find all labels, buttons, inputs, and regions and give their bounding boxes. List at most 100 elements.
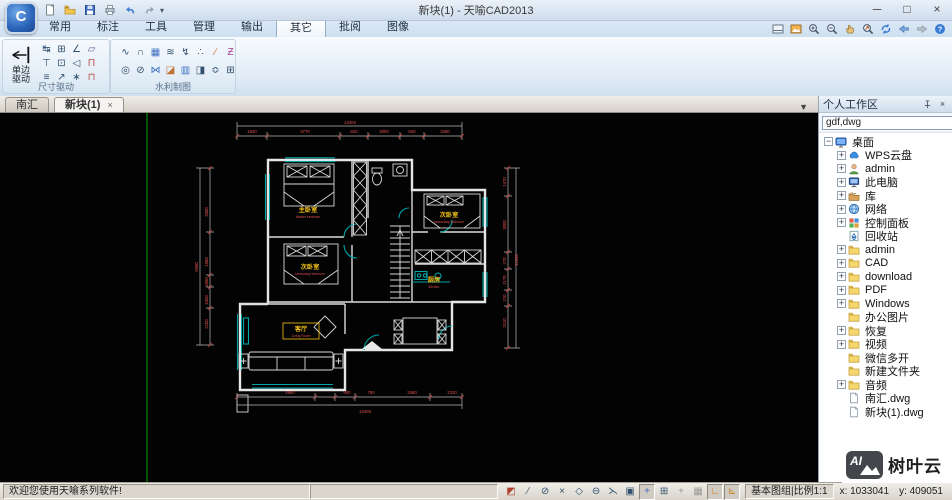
menu-tab-2[interactable]: 标注	[84, 19, 132, 36]
z-section-icon[interactable]: Ƶ	[223, 46, 238, 59]
polar-toggle-icon[interactable]: ⊾	[724, 484, 740, 500]
zoom-out-icon[interactable]	[824, 21, 839, 36]
ortho-toggle-icon[interactable]: ∟	[707, 484, 723, 500]
pipe-section-icon[interactable]: ◎	[118, 64, 133, 77]
menu-tab-6[interactable]: 其它	[276, 19, 326, 37]
zoom-window-icon[interactable]	[860, 21, 875, 36]
block-note-icon[interactable]: ◨	[193, 64, 208, 77]
water-levels-icon[interactable]: ≎	[208, 64, 223, 77]
expand-icon[interactable]: +	[837, 299, 846, 308]
help-icon[interactable]: ?	[932, 21, 947, 36]
expand-icon[interactable]: +	[837, 178, 846, 187]
tab-overflow-icon[interactable]: ▼	[799, 102, 808, 112]
tree-item[interactable]: +download	[822, 270, 952, 284]
expand-icon[interactable]: +	[837, 326, 846, 335]
dim-angle-icon[interactable]: ∠	[69, 43, 84, 56]
move-cross-icon[interactable]: +	[639, 484, 655, 500]
refresh-icon[interactable]	[878, 21, 893, 36]
pan-icon[interactable]	[842, 21, 857, 36]
bridge-red-icon[interactable]: Π	[84, 57, 99, 70]
snap-nearest-icon[interactable]: ⋋	[605, 484, 621, 500]
doc-tab-1[interactable]: 南汇	[5, 97, 49, 112]
expand-icon[interactable]: +	[837, 151, 846, 160]
grid-toggle-icon[interactable]: ⊞	[656, 484, 672, 500]
image-icon[interactable]	[788, 21, 803, 36]
dim-3d-box-icon[interactable]: ▱	[84, 43, 99, 56]
tree-item[interactable]: +CAD	[822, 257, 952, 271]
expand-icon[interactable]: +	[837, 164, 846, 173]
snap-circle-icon[interactable]: ⊘	[537, 484, 553, 500]
tree-item[interactable]: +库	[822, 189, 952, 203]
expand-icon[interactable]: +	[837, 191, 846, 200]
tree-item[interactable]: +PDF	[822, 284, 952, 298]
snap-book-icon[interactable]: ▣	[622, 484, 638, 500]
redo-button[interactable]	[142, 2, 158, 18]
expand-icon[interactable]: +	[837, 340, 846, 349]
doc-tab-2[interactable]: 新块(1)×	[54, 97, 124, 112]
drawing-canvas[interactable]: 1340015003770810300084034804880900750348…	[0, 112, 818, 482]
expand-icon[interactable]: +	[837, 286, 846, 295]
big-button-single-side-drive[interactable]: 单边 驱动	[6, 43, 36, 85]
menu-tab-5[interactable]: 输出	[228, 19, 276, 36]
gate-valve-icon[interactable]: ⋈	[148, 64, 163, 77]
zoom-in-icon[interactable]	[806, 21, 821, 36]
menu-tab-8[interactable]: 图像	[374, 19, 422, 36]
viewport-icon[interactable]	[770, 21, 785, 36]
hatch-box-icon[interactable]: ⊞	[223, 64, 238, 77]
columns-icon[interactable]: ▥	[178, 64, 193, 77]
dim-origin-icon[interactable]: ⊤	[39, 57, 54, 70]
snap-line-icon[interactable]: ∕	[520, 484, 536, 500]
app-logo-icon[interactable]: C	[5, 2, 37, 34]
tree-item[interactable]: 新建文件夹	[822, 365, 952, 379]
dim-box-arrow-icon[interactable]: ⊡	[54, 57, 69, 70]
embankment-icon[interactable]: ∿	[118, 46, 133, 59]
save-button[interactable]	[82, 2, 98, 18]
dim-horizontal-icon[interactable]: ↹	[39, 43, 54, 56]
new-button[interactable]	[42, 2, 58, 18]
expand-icon[interactable]: +	[837, 205, 846, 214]
close-button[interactable]: ×	[922, 0, 952, 20]
crosshair-gray-icon[interactable]: +	[673, 484, 689, 500]
tree-item[interactable]: +恢复	[822, 324, 952, 338]
snap-tangent-icon[interactable]: ⊖	[588, 484, 604, 500]
dotted-slope-icon[interactable]: ∴	[193, 46, 208, 59]
orange-slash-icon[interactable]: ∕	[208, 46, 223, 59]
menu-tab-4[interactable]: 管理	[180, 19, 228, 36]
snap-intersection-icon[interactable]: ×	[554, 484, 570, 500]
expand-icon[interactable]: +	[837, 245, 846, 254]
search-input[interactable]	[822, 116, 952, 130]
retaining-wall-icon[interactable]: ≋	[163, 46, 178, 59]
collapse-icon[interactable]: −	[824, 137, 833, 146]
menu-tab-3[interactable]: 工具	[132, 19, 180, 36]
menu-tab-7[interactable]: 批阅	[326, 19, 374, 36]
panel-close-icon[interactable]: ×	[937, 99, 948, 110]
flag-box-icon[interactable]: ◪	[163, 64, 178, 77]
tab-close-icon[interactable]: ×	[107, 99, 112, 112]
snap-quadrant-icon[interactable]: ◇	[571, 484, 587, 500]
slope-flag-icon[interactable]: ∩	[133, 46, 148, 59]
menu-tab-1[interactable]: 常用	[36, 19, 84, 36]
plot-button[interactable]	[102, 2, 118, 18]
forward-icon[interactable]	[914, 21, 929, 36]
expand-icon[interactable]: +	[837, 259, 846, 268]
back-icon[interactable]	[896, 21, 911, 36]
expand-icon[interactable]: +	[837, 272, 846, 281]
snap-style-icon[interactable]: ◩	[503, 484, 519, 500]
undo-button[interactable]	[122, 2, 138, 18]
dam-hatch-icon[interactable]: ▦	[148, 46, 163, 59]
culvert-icon[interactable]: ⊘	[133, 64, 148, 77]
expand-icon[interactable]: +	[837, 218, 846, 227]
curved-arrow-icon[interactable]: ↯	[178, 46, 193, 59]
dim-grid-icon[interactable]: ⊞	[54, 43, 69, 56]
pin-icon[interactable]	[922, 99, 933, 110]
tree-item[interactable]: +admin	[822, 243, 952, 257]
tree-item[interactable]: 回收站	[822, 230, 952, 244]
lines-gray-icon[interactable]: ▦	[690, 484, 706, 500]
open-button[interactable]	[62, 2, 78, 18]
minimize-button[interactable]: ─	[862, 0, 892, 20]
tree-item[interactable]: +此电脑	[822, 176, 952, 190]
tree-item[interactable]: +WPS云盘	[822, 149, 952, 163]
tree-item[interactable]: 办公图片	[822, 311, 952, 325]
dim-left-icon[interactable]: ◁	[69, 57, 84, 70]
maximize-button[interactable]: □	[892, 0, 922, 20]
